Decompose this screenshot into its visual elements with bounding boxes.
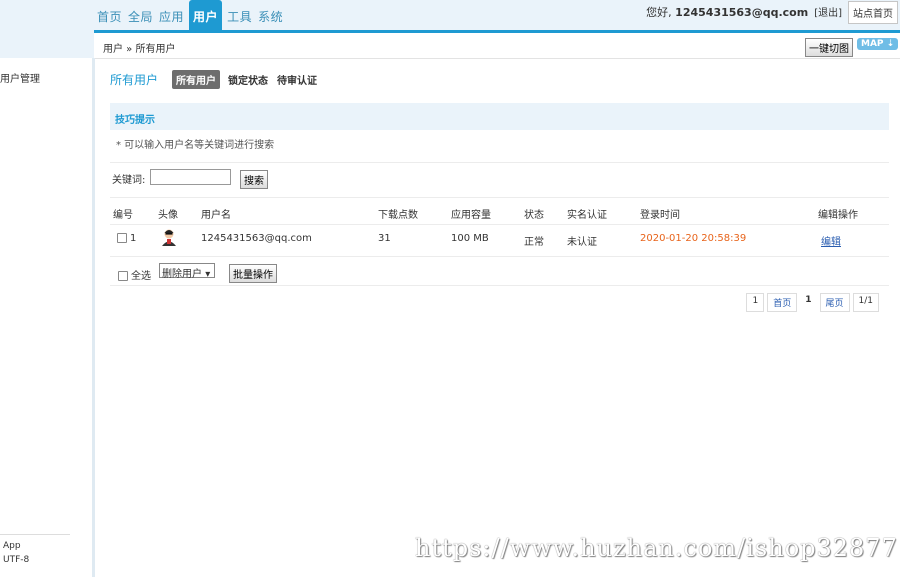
table-cell-verification: 未认证 bbox=[567, 237, 597, 248]
sidebar: 用户管理 App UTF-8 bbox=[0, 58, 95, 577]
quick-switch-button[interactable]: 一键切图 bbox=[805, 38, 853, 57]
dropdown-arrow-icon: ▾ bbox=[205, 269, 211, 280]
tab-locked[interactable]: 锁定状态 bbox=[228, 72, 268, 87]
divider bbox=[110, 197, 889, 198]
batch-action-select[interactable]: 删除用户 ▾ bbox=[159, 263, 215, 280]
sidebar-app-label: App bbox=[3, 541, 21, 551]
table-cell-username: 1245431563@qq.com bbox=[201, 233, 312, 244]
main-nav: 首页 全局 应用 用户 工具 系统 bbox=[94, 0, 286, 30]
table-cell-capacity: 100 MB bbox=[451, 233, 489, 244]
nav-apps[interactable]: 应用 bbox=[156, 8, 187, 30]
watermark: https://www.huzhan.com/ishop32877 bbox=[415, 534, 898, 562]
column-header-id: 编号 bbox=[113, 210, 133, 221]
divider bbox=[110, 224, 889, 225]
last-page-link[interactable]: 尾页 bbox=[819, 293, 850, 312]
first-page-link[interactable]: 首页 bbox=[767, 293, 798, 312]
sub-tabs: 所有用户 所有用户 锁定状态 待审认证 bbox=[110, 70, 326, 89]
current-page: 1 bbox=[800, 293, 817, 312]
page-number[interactable]: 1 bbox=[746, 293, 765, 312]
keyword-input[interactable] bbox=[150, 169, 231, 185]
sidebar-item-user-management[interactable]: 用户管理 bbox=[0, 70, 40, 85]
nav-tools[interactable]: 工具 bbox=[224, 8, 255, 30]
divider bbox=[110, 162, 889, 163]
select-all[interactable]: 全选 bbox=[118, 267, 151, 282]
edit-link[interactable]: 编辑 bbox=[821, 233, 841, 248]
tab-pending-verification[interactable]: 待审认证 bbox=[277, 72, 317, 87]
tab-all-users[interactable]: 所有用户 bbox=[172, 70, 221, 89]
sidebar-encoding-label: UTF-8 bbox=[3, 555, 30, 565]
logout-link[interactable]: [退出] bbox=[814, 0, 842, 19]
search-button[interactable]: 搜索 bbox=[240, 170, 268, 189]
column-header-points: 下载点数 bbox=[378, 210, 418, 221]
tips-text: * 可以输入用户名等关键词进行搜索 bbox=[116, 140, 275, 151]
column-header-username: 用户名 bbox=[201, 210, 231, 221]
row-checkbox[interactable] bbox=[117, 233, 127, 243]
user-area: 您好, 1245431563@qq.com [退出] 站点首页 bbox=[646, 0, 900, 30]
column-header-login-time: 登录时间 bbox=[640, 210, 680, 221]
tips-title: 技巧提示 bbox=[115, 115, 155, 126]
table-cell-status: 正常 bbox=[524, 237, 544, 248]
column-header-actions: 编辑操作 bbox=[818, 210, 858, 221]
page-summary: 1/1 bbox=[852, 293, 879, 312]
column-header-capacity: 应用容量 bbox=[451, 210, 491, 221]
nav-home[interactable]: 首页 bbox=[94, 8, 125, 30]
divider bbox=[110, 256, 889, 257]
batch-action-button[interactable]: 批量操作 bbox=[229, 264, 277, 283]
sidebar-divider bbox=[0, 534, 70, 535]
username-label: 1245431563@qq.com bbox=[675, 6, 809, 19]
column-header-avatar: 头像 bbox=[158, 210, 178, 221]
divider bbox=[110, 285, 889, 286]
nav-system[interactable]: 系统 bbox=[255, 8, 286, 30]
section-title: 所有用户 bbox=[110, 73, 159, 87]
select-all-checkbox[interactable] bbox=[118, 271, 128, 281]
table-cell-points: 31 bbox=[378, 233, 391, 244]
avatar bbox=[160, 228, 178, 246]
table-row-id: 1 bbox=[117, 233, 136, 244]
column-header-status: 状态 bbox=[524, 210, 544, 221]
column-header-verification: 实名认证 bbox=[567, 210, 607, 221]
greeting: 您好, 1245431563@qq.com bbox=[646, 6, 809, 19]
tips-header: 技巧提示 bbox=[110, 103, 889, 130]
nav-global[interactable]: 全局 bbox=[125, 8, 156, 30]
sidebar-header bbox=[0, 30, 94, 60]
map-button[interactable]: MAP ⇣ bbox=[857, 38, 899, 50]
site-home-button[interactable]: 站点首页 bbox=[848, 1, 898, 24]
nav-users[interactable]: 用户 bbox=[189, 0, 223, 30]
breadcrumb-bar: 用户 » 所有用户 一键切图 MAP ⇣ bbox=[94, 33, 900, 59]
pagination: 1 首页 1 尾页 1/1 bbox=[746, 293, 879, 312]
breadcrumb: 用户 » 所有用户 bbox=[103, 44, 176, 55]
table-cell-login-time: 2020-01-20 20:58:39 bbox=[640, 233, 747, 244]
search-label: 关键词: bbox=[112, 175, 146, 186]
